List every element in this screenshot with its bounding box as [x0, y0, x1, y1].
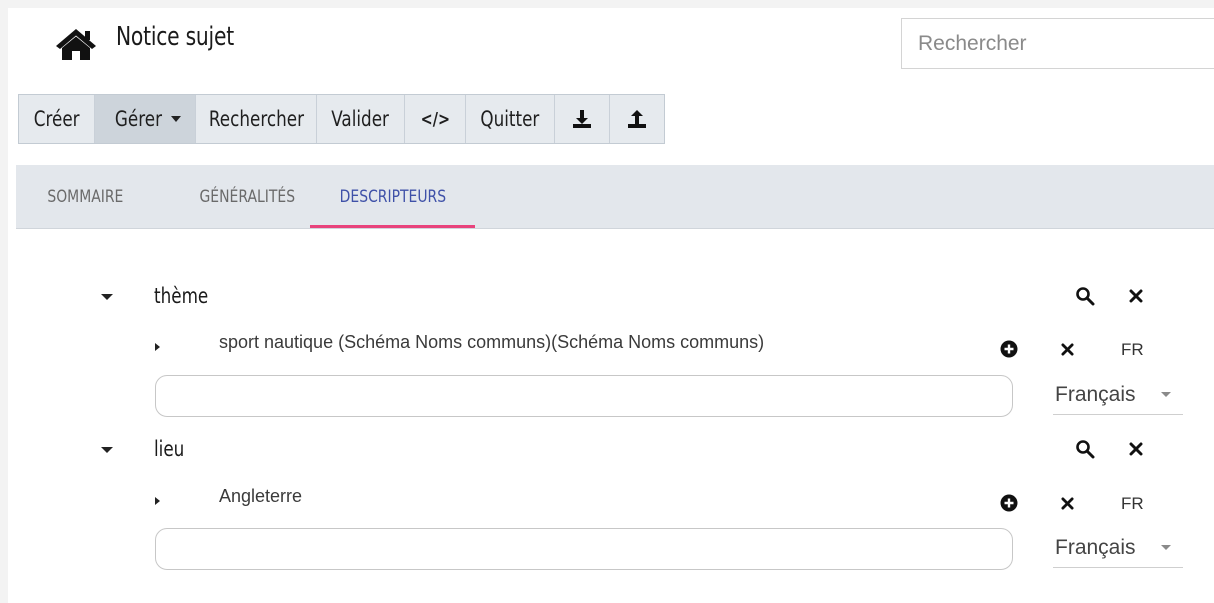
descriptor-value: sport nautique (Schéma Noms communs)(Sch…	[219, 332, 765, 352]
descriptor-value: Angleterre	[219, 486, 303, 506]
upload-icon	[628, 110, 646, 128]
chevron-down-icon	[171, 116, 182, 122]
toolbar: Créer Gérer Rechercher Valider </> Quitt…	[18, 94, 665, 144]
add-circle-icon[interactable]	[997, 337, 1021, 361]
expand-value-caret-icon[interactable]	[155, 497, 160, 505]
section-label-lieu: lieu	[154, 437, 185, 461]
remove-value-close-icon[interactable]	[1055, 491, 1079, 515]
code-button[interactable]: </>	[405, 95, 466, 143]
chevron-down-icon	[1161, 545, 1171, 550]
creer-label: Créer	[33, 107, 80, 131]
collapse-theme-caret-icon[interactable]	[101, 294, 113, 300]
download-icon	[573, 110, 591, 128]
search-input[interactable]	[901, 18, 1214, 69]
tab-sommaire-label: SOMMAIRE	[46, 187, 124, 207]
gerer-label: Gérer	[114, 107, 162, 131]
search-icon[interactable]	[1073, 284, 1097, 308]
code-icon: </>	[420, 108, 450, 130]
tab-descripteurs[interactable]: DESCRIPTEURS	[310, 165, 475, 229]
collapse-lieu-caret-icon[interactable]	[101, 447, 113, 453]
tab-descripteurs-label: DESCRIPTEURS	[339, 187, 446, 207]
chevron-down-icon	[1161, 392, 1171, 397]
creer-button[interactable]: Créer	[19, 95, 95, 143]
descriptor-input[interactable]	[155, 528, 1013, 570]
valider-label: Valider	[331, 107, 390, 131]
page-title: Notice sujet	[116, 22, 234, 52]
language-select-value: Français	[1055, 382, 1136, 406]
add-circle-icon[interactable]	[997, 491, 1021, 515]
language-select[interactable]: Français	[1053, 528, 1183, 568]
download-button[interactable]	[555, 95, 610, 143]
language-code: FR	[1121, 494, 1144, 513]
tab-sommaire[interactable]: SOMMAIRE	[16, 165, 154, 229]
expand-value-caret-icon[interactable]	[155, 343, 160, 351]
quitter-button[interactable]: Quitter	[466, 95, 555, 143]
active-tab-indicator	[310, 225, 475, 228]
language-select[interactable]: Français	[1053, 375, 1183, 415]
rechercher-label: Rechercher	[208, 107, 304, 131]
tab-bar: SOMMAIRE GÉNÉRALITÉS DESCRIPTEURS	[16, 165, 1214, 229]
valider-button[interactable]: Valider	[317, 95, 405, 143]
language-select-value: Français	[1055, 535, 1136, 559]
descriptor-input[interactable]	[155, 375, 1013, 417]
gerer-dropdown-button[interactable]: Gérer	[95, 95, 196, 143]
home-icon[interactable]	[54, 26, 98, 62]
close-icon[interactable]	[1124, 284, 1148, 308]
rechercher-button[interactable]: Rechercher	[196, 95, 317, 143]
upload-button[interactable]	[610, 95, 664, 143]
tab-generalites-label: GÉNÉRALITÉS	[199, 187, 295, 207]
search-icon[interactable]	[1073, 437, 1097, 461]
language-code: FR	[1121, 340, 1144, 359]
quitter-label: Quitter	[480, 107, 540, 131]
section-label-theme: thème	[154, 284, 209, 308]
close-icon[interactable]	[1124, 437, 1148, 461]
remove-value-close-icon[interactable]	[1055, 337, 1079, 361]
tab-generalites[interactable]: GÉNÉRALITÉS	[164, 165, 330, 229]
